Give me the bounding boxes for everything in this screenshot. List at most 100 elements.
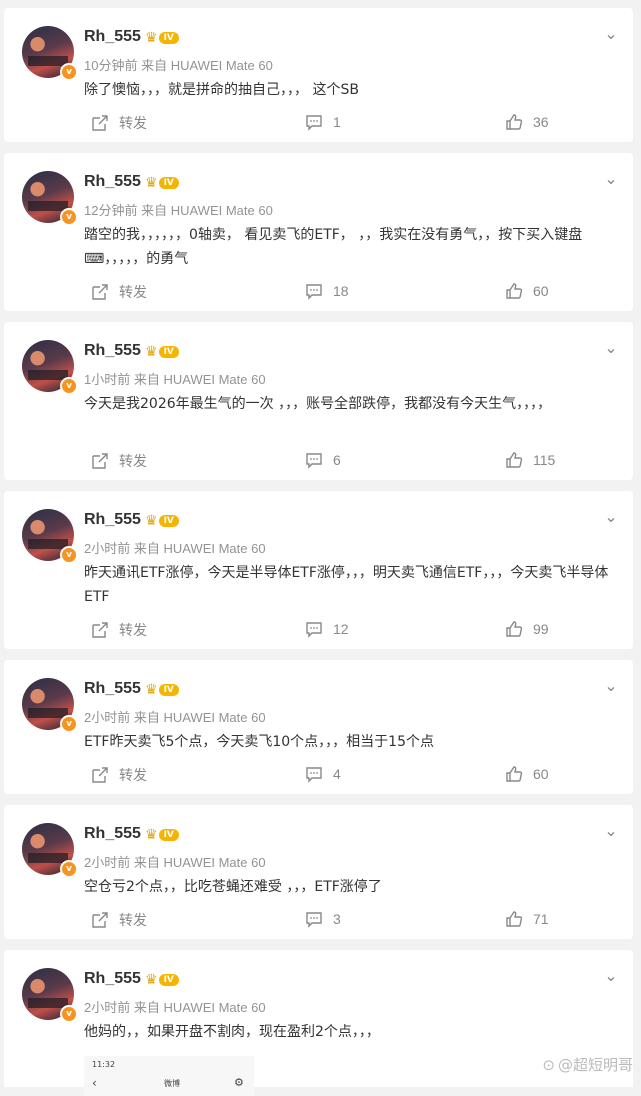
back-icon: ‹ [92, 1076, 97, 1090]
chevron-down-icon[interactable]: ⌄ [601, 676, 621, 696]
like-count: 60 [533, 283, 549, 299]
chevron-down-icon[interactable]: ⌄ [601, 169, 621, 189]
crown-icon: ♛ [145, 30, 158, 46]
crown-icon: ♛ [145, 344, 158, 360]
level-label: IV [158, 177, 179, 189]
thumbs-up-icon [506, 766, 523, 782]
verified-v-icon: v [60, 208, 78, 226]
post-source: 来自 HUAWEI Mate 60 [141, 58, 273, 73]
verified-v-icon: v [60, 546, 78, 564]
thumbs-up-icon [506, 621, 523, 637]
level-label: IV [158, 974, 179, 986]
level-label: IV [158, 684, 179, 696]
like-count: 36 [533, 114, 549, 130]
level-badge: ♛ IV [145, 344, 179, 360]
comment-icon [306, 453, 322, 469]
level-label: IV [158, 32, 179, 44]
comment-icon [306, 767, 322, 783]
like-count: 71 [533, 911, 549, 927]
post-source: 来自 HUAWEI Mate 60 [141, 203, 273, 218]
comment-text: 今天是我2026年最生气的一次 ，，，账号全部跌停，我都没有今天生气，，，， [84, 396, 552, 412]
username[interactable]: Rh_555 [84, 342, 141, 360]
like-button[interactable]: 60 [505, 282, 549, 300]
username[interactable]: Rh_555 [84, 28, 141, 46]
level-badge: ♛ IV [145, 682, 179, 698]
chevron-down-icon[interactable]: ⌄ [601, 507, 621, 527]
level-badge: ♛ IV [145, 513, 179, 529]
share-icon [92, 622, 108, 638]
post-time: 2小时前 [84, 855, 131, 870]
thumbs-up-icon [506, 911, 523, 927]
post-meta: 2小时前 来自 HUAWEI Mate 60 [84, 997, 266, 1016]
chevron-down-icon[interactable]: ⌄ [601, 966, 621, 986]
like-button[interactable]: 115 [505, 451, 555, 469]
crown-icon: ♛ [145, 682, 158, 698]
like-button[interactable]: 71 [505, 910, 549, 928]
share-label: 转发 [119, 453, 147, 469]
weibo-logo-icon: ⊙ [542, 1055, 555, 1074]
share-label: 转发 [119, 115, 147, 131]
thumbs-up-icon [506, 114, 523, 130]
username[interactable]: Rh_555 [84, 511, 141, 529]
chevron-down-icon[interactable]: ⌄ [601, 821, 621, 841]
verified-v-icon: v [60, 377, 78, 395]
comment-card: v Rh_555 ♛ IV 2小时前 来自 HUAWEI Mate 60 ⌄ 昨… [4, 491, 633, 649]
level-badge: ♛ IV [145, 972, 179, 988]
share-button[interactable]: 转发 [91, 765, 147, 785]
comment-button[interactable]: 4 [305, 765, 341, 783]
username[interactable]: Rh_555 [84, 970, 141, 988]
verified-v-icon: v [60, 63, 78, 81]
post-source: 来自 HUAWEI Mate 60 [133, 541, 266, 556]
comment-button[interactable]: 3 [305, 910, 341, 928]
post-time: 10分钟前 [84, 58, 138, 73]
post-source: 来自 HUAWEI Mate 60 [133, 710, 266, 725]
comment-icon [306, 284, 322, 300]
comment-button[interactable]: 18 [305, 282, 349, 300]
share-button[interactable]: 转发 [91, 282, 147, 302]
username[interactable]: Rh_555 [84, 680, 141, 698]
comment-card: v Rh_555 ♛ IV 1小时前 来自 HUAWEI Mate 60 ⌄ 今… [4, 322, 633, 480]
share-label: 转发 [119, 767, 147, 783]
comment-button[interactable]: 12 [305, 620, 349, 638]
thumbs-up-icon [506, 283, 523, 299]
comment-icon [306, 115, 322, 131]
username[interactable]: Rh_555 [84, 825, 141, 843]
embedded-screenshot[interactable]: 11:32 ‹ 微博 ⚙ [84, 1056, 254, 1096]
post-time: 1小时前 [84, 372, 131, 387]
shot-title: 微博 [164, 1079, 180, 1088]
username[interactable]: Rh_555 [84, 173, 141, 191]
comment-text: 除了懊恼，，，就是拼命的抽自己，，， 这个SB [84, 82, 359, 98]
comment-icon [306, 912, 322, 928]
post-time: 2小时前 [84, 1000, 131, 1015]
comment-card: v Rh_555 ♛ IV 2小时前 来自 HUAWEI Mate 60 ⌄ 他… [4, 950, 633, 1096]
like-count: 60 [533, 766, 549, 782]
comment-count: 1 [333, 114, 341, 130]
level-badge: ♛ IV [145, 30, 179, 46]
shot-time: 11:32 [92, 1060, 116, 1069]
comment-icon [306, 622, 322, 638]
comment-count: 3 [333, 911, 341, 927]
comment-text: ETF昨天卖飞5个点，今天卖飞10个点，，，相当于15个点 [84, 734, 434, 750]
comment-button[interactable]: 6 [305, 451, 341, 469]
share-label: 转发 [119, 284, 147, 300]
like-button[interactable]: 36 [505, 113, 549, 131]
crown-icon: ♛ [145, 513, 158, 529]
post-meta: 2小时前 来自 HUAWEI Mate 60 [84, 707, 266, 726]
chevron-down-icon[interactable]: ⌄ [601, 24, 621, 44]
share-button[interactable]: 转发 [91, 620, 147, 640]
share-button[interactable]: 转发 [91, 910, 147, 930]
share-icon [92, 453, 108, 469]
crown-icon: ♛ [145, 972, 158, 988]
comment-count: 4 [333, 766, 341, 782]
level-label: IV [158, 346, 179, 358]
share-button[interactable]: 转发 [91, 451, 147, 471]
share-button[interactable]: 转发 [91, 113, 147, 133]
like-button[interactable]: 99 [505, 620, 549, 638]
chevron-down-icon[interactable]: ⌄ [601, 338, 621, 358]
comment-button[interactable]: 1 [305, 113, 341, 131]
post-meta: 12分钟前 来自 HUAWEI Mate 60 [84, 200, 273, 219]
like-button[interactable]: 60 [505, 765, 549, 783]
share-icon [92, 912, 108, 928]
comment-text: 他妈的，，如果开盘不割肉，现在盈利2个点，，， [84, 1024, 380, 1040]
verified-v-icon: v [60, 1005, 78, 1023]
